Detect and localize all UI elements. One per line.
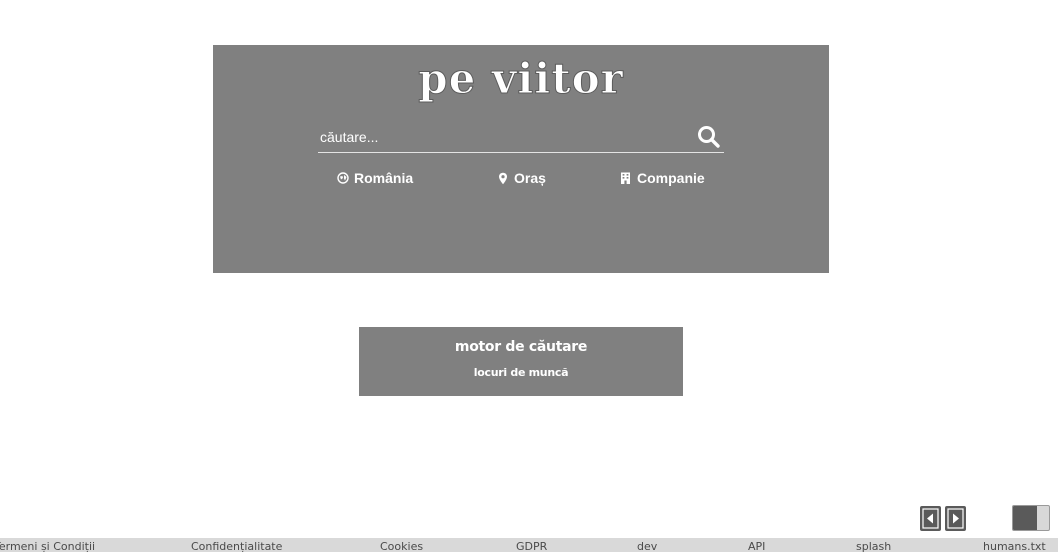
prev-button[interactable] — [920, 506, 941, 531]
footer-link-dev[interactable]: dev — [637, 541, 657, 552]
footer-link-gdpr[interactable]: GDPR — [516, 541, 547, 552]
search-bar — [318, 123, 724, 153]
filter-city[interactable]: Oraș — [496, 170, 546, 186]
triangle-right-icon — [945, 508, 966, 535]
filter-city-label: Oraș — [514, 170, 546, 186]
filter-company-label: Companie — [637, 170, 705, 186]
globe-icon — [336, 172, 349, 185]
filter-country[interactable]: România — [336, 170, 413, 186]
tagline-title: motor de căutare — [454, 339, 588, 355]
tagline-box: motor de căutare locuri de muncă — [359, 327, 683, 396]
tagline-subtitle: locuri de muncă — [473, 366, 569, 379]
footer: Termeni și Condiții Confidențialitate Co… — [0, 538, 1058, 552]
theme-toggle-icon — [1013, 506, 1037, 530]
map-pin-icon — [496, 172, 509, 185]
filter-company[interactable]: Companie — [619, 170, 705, 186]
footer-link-cookies[interactable]: Cookies — [380, 541, 423, 552]
hero-panel: pe viitor România — [213, 45, 829, 273]
triangle-left-icon — [920, 508, 941, 535]
search-input[interactable] — [318, 125, 682, 149]
theme-toggle-button[interactable] — [1012, 505, 1050, 531]
filter-country-label: România — [354, 170, 414, 186]
footer-link-humans[interactable]: humans.txt — [983, 541, 1046, 552]
page: pe viitor România — [0, 0, 1058, 552]
next-button[interactable] — [945, 506, 966, 531]
footer-link-privacy[interactable]: Confidențialitate — [191, 541, 282, 552]
footer-link-terms[interactable]: Termeni și Condiții — [0, 541, 95, 552]
site-logo[interactable]: pe viitor — [213, 53, 829, 105]
filter-bar: România Oraș Companie — [318, 170, 724, 190]
footer-link-api[interactable]: API — [748, 541, 765, 552]
building-icon — [619, 172, 632, 185]
footer-link-splash[interactable]: splash — [856, 541, 891, 552]
search-icon[interactable] — [696, 124, 722, 150]
